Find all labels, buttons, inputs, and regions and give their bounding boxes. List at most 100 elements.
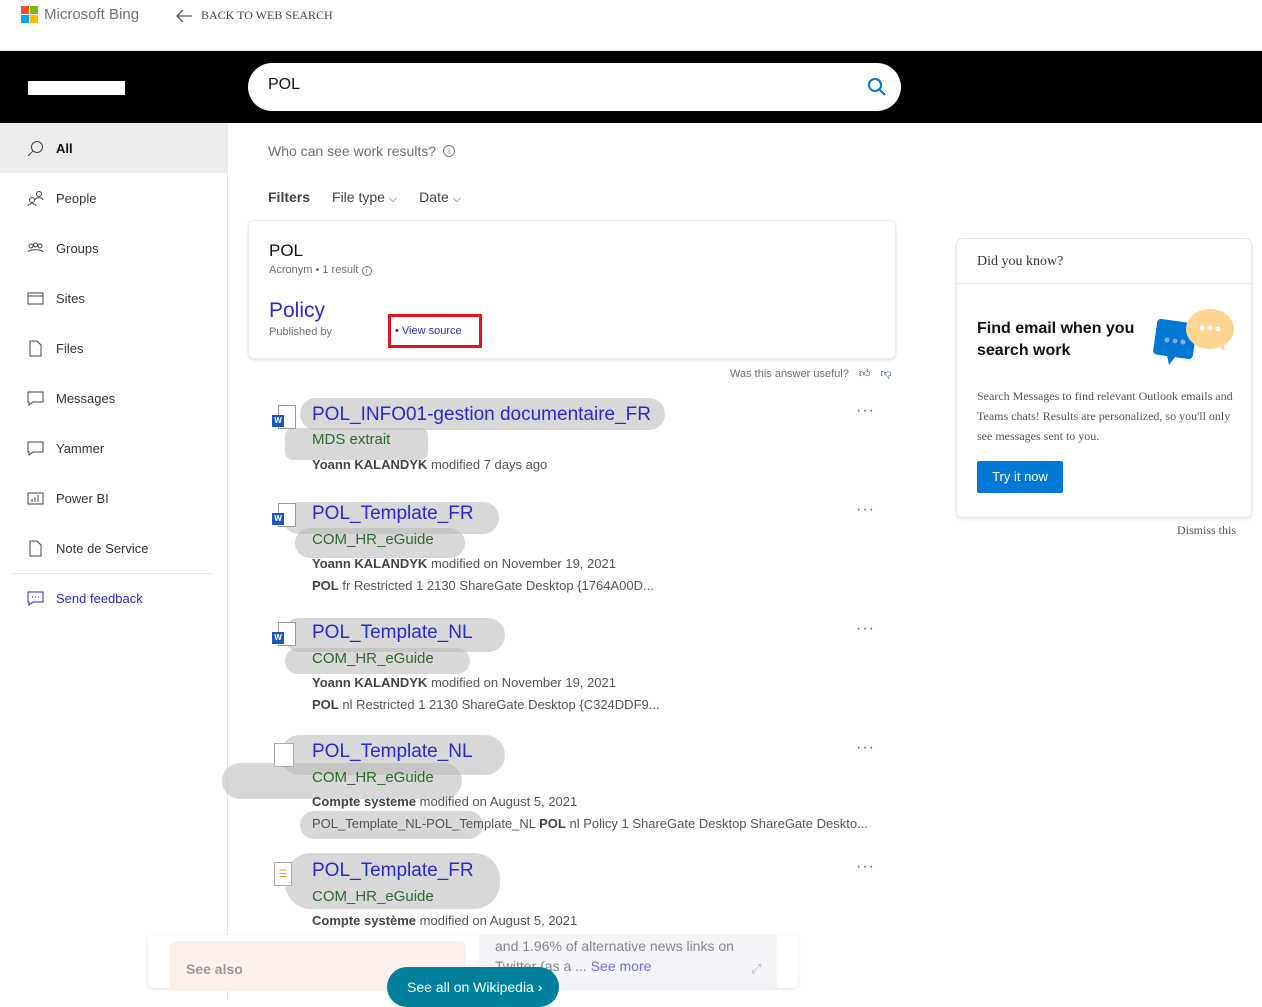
arrow-left-icon xyxy=(176,9,192,22)
sidebar-item-files[interactable]: Files xyxy=(0,323,228,373)
more-options-button[interactable]: ··· xyxy=(856,620,875,638)
chat-bubbles-icon xyxy=(1153,309,1234,365)
see-also-label: See also xyxy=(186,961,243,977)
sidebar-item-label: People xyxy=(56,190,97,206)
snippet-prefix: POL_Template_NL-POL_Template_NL xyxy=(312,816,540,831)
sidebar-item-label: Groups xyxy=(56,240,99,256)
view-source-link[interactable]: • View source xyxy=(388,314,482,348)
chevron-down-icon: ⌵ xyxy=(452,193,461,205)
sidebar-item-all[interactable]: All xyxy=(0,123,228,173)
file-type-label: File type xyxy=(332,189,385,205)
try-it-now-button[interactable]: Try it now xyxy=(977,461,1063,493)
date-dropdown[interactable]: Date ⌵ xyxy=(419,189,461,206)
result-title-link[interactable]: POL_Template_NL xyxy=(312,622,473,644)
file-icon xyxy=(29,540,42,556)
result-title-link[interactable]: POL_Template_NL xyxy=(312,741,473,763)
sidebar-item-messages[interactable]: Messages xyxy=(0,373,228,423)
did-you-know-body: Search Messages to find relevant Outlook… xyxy=(977,389,1233,443)
more-options-button[interactable]: ··· xyxy=(856,858,875,876)
chevron-down-icon: ⌵ xyxy=(388,193,398,205)
info-icon[interactable]: i xyxy=(361,266,372,276)
result-author: Yoann KALANDYK xyxy=(312,457,428,472)
document-icon xyxy=(272,743,298,771)
result-author: Compte système xyxy=(312,913,417,928)
expand-icon[interactable]: ⤢ xyxy=(751,961,761,977)
snippet-highlight: POL xyxy=(539,816,566,831)
who-can-see-info[interactable]: Who can see work results? i xyxy=(268,143,456,159)
answer-feedback: Was this answer useful? 👍︎ 👎︎ xyxy=(730,367,891,381)
word-document-icon: W xyxy=(272,622,298,650)
useful-label: Was this answer useful? xyxy=(730,367,849,380)
sidebar-item-groups[interactable]: Groups xyxy=(0,223,228,273)
message-icon xyxy=(27,441,44,456)
back-label: BACK TO WEB SEARCH xyxy=(201,8,333,22)
list-document-icon: ☰ xyxy=(272,862,298,890)
result-modified: modified on November 19, 2021 xyxy=(430,556,616,571)
result-subtitle: COM_HR_eGuide xyxy=(312,769,434,786)
file-type-dropdown[interactable]: File type ⌵ xyxy=(332,189,397,206)
see-all-on-wikipedia-button[interactable]: See all on Wikipedia › xyxy=(387,967,559,1007)
sidebar-item-note-de-service[interactable]: Note de Service xyxy=(0,523,228,573)
search-header xyxy=(0,51,1262,123)
view-source-label: View source xyxy=(401,325,462,337)
result-subtitle: COM_HR_eGuide xyxy=(312,650,434,667)
snippet-highlight: POL xyxy=(312,697,339,712)
sidebar: All People Groups Sites Files Messages Y… xyxy=(0,123,228,1000)
more-options-button[interactable]: ··· xyxy=(856,501,875,519)
sidebar-item-yammer[interactable]: Yammer xyxy=(0,423,228,473)
result-meta: Yoann KALANDYK modified 7 days ago xyxy=(312,457,547,472)
sidebar-item-label: Messages xyxy=(56,390,116,406)
back-to-web-search-link[interactable]: BACK TO WEB SEARCH xyxy=(176,8,333,23)
result-snippet: POL nl Restricted 1 2130 ShareGate Deskt… xyxy=(312,697,660,712)
thumbs-down-icon[interactable]: 👎︎ xyxy=(880,367,891,380)
search-input[interactable] xyxy=(268,76,828,94)
result-snippet: POL fr Restricted 1 2130 ShareGate Deskt… xyxy=(312,578,654,593)
result-title-link[interactable]: POL_Template_FR xyxy=(312,503,474,525)
published-by-label: Published by xyxy=(269,326,332,338)
acronym-meaning[interactable]: Policy xyxy=(269,299,325,323)
brand-name: Microsoft Bing xyxy=(44,6,140,23)
result-meta: Yoann KALANDYK modified on November 19, … xyxy=(312,556,616,571)
search-icon[interactable] xyxy=(867,77,887,97)
more-options-button[interactable]: ··· xyxy=(856,739,875,757)
microsoft-logo-icon xyxy=(21,6,38,23)
result-modified: modified 7 days ago xyxy=(430,457,548,472)
sidebar-item-power-bi[interactable]: Power BI xyxy=(0,473,228,523)
sidebar-item-label: Yammer xyxy=(56,440,105,456)
search-icon xyxy=(27,140,43,156)
card-divider xyxy=(957,283,1251,284)
snippet-text: nl Restricted 1 2130 ShareGate Desktop {… xyxy=(338,697,660,712)
search-box xyxy=(248,63,901,111)
sidebar-item-label: Files xyxy=(56,340,84,356)
result-title-link[interactable]: POL_Template_FR xyxy=(312,860,474,882)
sidebar-item-people[interactable]: People xyxy=(0,173,228,223)
see-all-label: See all on Wikipedia xyxy=(407,979,534,995)
acronym-term: POL xyxy=(269,241,304,260)
message-icon xyxy=(27,391,44,406)
snippet-text: nl Policy 1 ShareGate Desktop ShareGate … xyxy=(565,816,868,831)
sidebar-item-label: All xyxy=(56,140,73,156)
result-snippet: POL_Template_NL-POL_Template_NL POL nl P… xyxy=(312,816,868,831)
sidebar-item-label: Power BI xyxy=(56,490,109,506)
send-feedback-link[interactable]: Send feedback xyxy=(0,573,228,623)
did-you-know-card: Did you know? Find email when you search… xyxy=(956,238,1252,518)
acronym-answer-card: POL Acronym • 1 result i Policy Publishe… xyxy=(248,220,896,359)
sidebar-item-sites[interactable]: Sites xyxy=(0,273,228,323)
organization-logo xyxy=(28,81,125,95)
groups-icon xyxy=(27,242,44,252)
acronym-type: Acronym xyxy=(269,264,313,276)
dismiss-link[interactable]: Dismiss this xyxy=(1177,523,1236,538)
result-title-link[interactable]: POL_INFO01-gestion documentaire_FR xyxy=(312,404,651,426)
sidebar-item-label: Note de Service xyxy=(56,540,149,556)
result-meta: Yoann KALANDYK modified on November 19, … xyxy=(312,675,616,690)
did-you-know-header: Did you know? xyxy=(977,254,1064,269)
result-meta: Compte systeme modified on August 5, 202… xyxy=(312,794,577,809)
thumbs-up-icon[interactable]: 👍︎ xyxy=(859,367,871,380)
see-more-link[interactable]: See more xyxy=(591,958,652,974)
bing-logo[interactable]: Microsoft Bing xyxy=(21,6,139,23)
acronym-meta: Acronym • 1 result i xyxy=(269,264,372,276)
send-feedback-label: Send feedback xyxy=(56,590,143,606)
more-options-button[interactable]: ··· xyxy=(856,402,875,420)
snippet-text: fr Restricted 1 2130 ShareGate Desktop {… xyxy=(338,578,654,593)
snippet-highlight: POL xyxy=(312,578,339,593)
